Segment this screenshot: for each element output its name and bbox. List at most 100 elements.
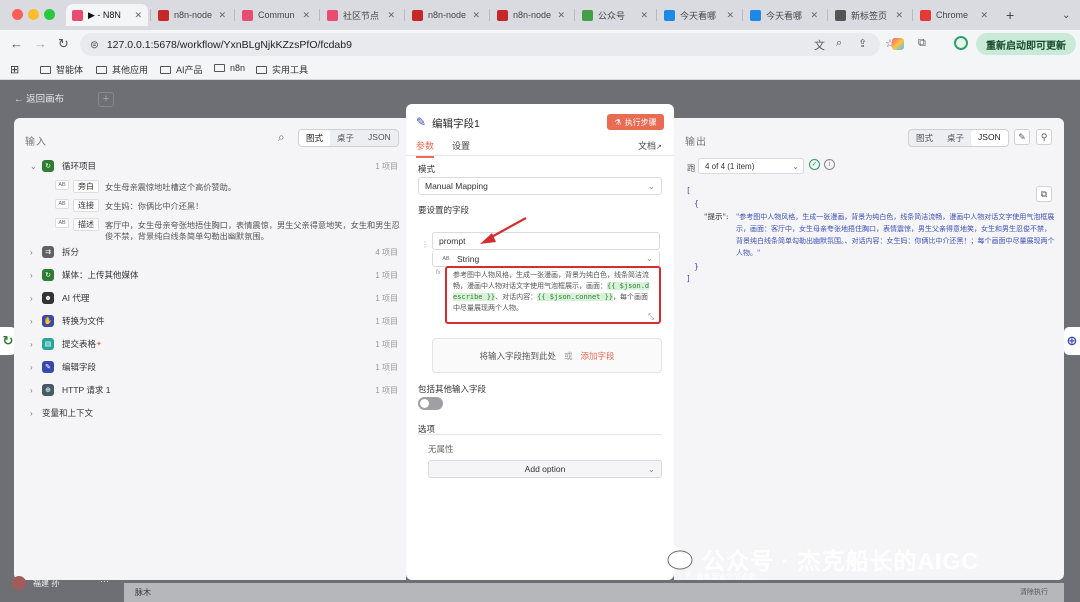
view-json[interactable]: JSON (361, 130, 398, 146)
browser-tab[interactable]: 新标签页 ✕ (829, 4, 909, 26)
input-field-item[interactable]: AB 连接 女生妈：你俩比中介还黑！ (55, 199, 405, 212)
bookmark-folder[interactable]: 其他应用 (96, 63, 148, 76)
input-node-row[interactable]: › ✎ 编辑字段 1 项目 (30, 357, 398, 377)
user-avatar[interactable] (12, 576, 26, 590)
browser-tab[interactable]: n8n-node ✕ (152, 4, 232, 26)
browser-tab[interactable]: n8n-node ✕ (491, 4, 571, 26)
input-field-item[interactable]: AB 描述 客厅中，女生母亲夸张地捂住胸口，表情震惊，男生父亲得意地笑，女生和男生忍… (55, 218, 405, 242)
apps-grid-icon[interactable]: ⊞ (10, 63, 19, 76)
edit-output-icon[interactable]: ✎ (1014, 129, 1030, 145)
drop-zone[interactable]: 将输入字段拖到此处 或 添加字段 (432, 338, 662, 373)
pin-data-icon[interactable]: ⚲ (1036, 129, 1052, 145)
input-node-row[interactable]: ⌄ ↻ 循环项目 1 项目 (30, 156, 398, 176)
chevron-right-icon[interactable]: › (30, 248, 42, 257)
bookmark-folder[interactable]: 智能体 (40, 63, 83, 76)
chevron-right-icon[interactable]: › (30, 409, 42, 418)
tab-list-chevron-icon[interactable]: ⌄ (1056, 4, 1076, 26)
browser-tab[interactable]: n8n-node ✕ (406, 4, 486, 26)
forward-icon[interactable]: → (34, 36, 47, 51)
copy-icon[interactable]: ⧉ (1036, 186, 1052, 202)
browser-tab[interactable]: Chrome ✕ (914, 4, 994, 26)
close-tab-icon[interactable]: ✕ (722, 10, 734, 21)
share-icon[interactable]: ⇪ (858, 37, 867, 50)
back-icon[interactable]: ← (10, 36, 23, 51)
add-node-button[interactable]: + (98, 92, 114, 107)
view-json[interactable]: JSON (971, 130, 1008, 146)
maximize-window-button[interactable] (44, 9, 55, 20)
close-tab-icon[interactable]: ✕ (891, 10, 903, 21)
browser-tab[interactable]: ▶ - N8N ✕ (66, 4, 148, 26)
browser-tab[interactable]: 今天看哪 ✕ (658, 4, 740, 26)
input-node-row[interactable]: › ✋ 转换为文件 1 项目 (30, 311, 398, 331)
bookmark-folder[interactable]: 实用工具 (256, 63, 308, 76)
search-icon[interactable]: ⌕ (278, 130, 285, 145)
close-tab-icon[interactable]: ✕ (553, 10, 565, 21)
extension-color-icon[interactable] (892, 38, 904, 50)
close-tab-icon[interactable]: ✕ (130, 10, 142, 21)
chevron-right-icon[interactable]: › (30, 386, 42, 395)
close-tab-icon[interactable]: ✕ (214, 10, 226, 21)
resize-handle-icon[interactable]: ⤡ (648, 312, 654, 322)
chevron-right-icon[interactable]: › (30, 363, 42, 372)
user-menu-icon[interactable]: ··· (100, 576, 109, 586)
close-tab-icon[interactable]: ✕ (636, 10, 648, 21)
view-table[interactable]: 桌子 (940, 130, 971, 146)
chevron-right-icon[interactable]: › (30, 340, 42, 349)
close-tab-icon[interactable]: ✕ (298, 10, 310, 21)
clear-execution-button[interactable]: 清除执行 (1020, 587, 1048, 597)
http-node-side-icon[interactable]: ⊕ (1064, 327, 1080, 355)
translate-icon[interactable]: 文 (814, 37, 825, 53)
chevron-right-icon[interactable]: › (30, 317, 42, 326)
run-select[interactable]: 4 of 4 (1 item) ⌄ (698, 158, 804, 174)
modal-title[interactable]: 编辑字段1 (432, 116, 480, 131)
input-node-row[interactable]: › ↻ 媒体：上传其他媒体 1 项目 (30, 265, 398, 285)
field-key-pill[interactable]: 描述 (73, 218, 99, 231)
tab-settings[interactable]: 设置 (452, 139, 470, 152)
zoom-icon[interactable]: ⌕ (836, 37, 842, 50)
info-icon[interactable]: i (824, 159, 835, 170)
input-node-row[interactable]: › ☻ AI 代理 1 项目 (30, 288, 398, 308)
browser-tab[interactable]: 今天看哪 ✕ (744, 4, 824, 26)
close-tab-icon[interactable]: ✕ (976, 10, 988, 21)
add-field-link[interactable]: 添加字段 (581, 350, 615, 362)
input-node-row[interactable]: › ▤ 提交表格 ✦ 1 项目 (30, 334, 398, 354)
field-type-select[interactable]: AB String ⌄ (432, 251, 660, 267)
browser-tab[interactable]: 社区节点 ✕ (321, 4, 401, 26)
execute-step-button[interactable]: ⚗ 执行步骤 (607, 114, 664, 130)
field-name-input[interactable]: prompt (432, 232, 660, 250)
bookmark-folder[interactable]: n8n (214, 63, 245, 73)
view-table[interactable]: 桌子 (330, 130, 361, 146)
extensions-puzzle-icon[interactable]: ⧉ (918, 37, 926, 50)
close-window-button[interactable] (12, 9, 23, 20)
bookmark-folder[interactable]: AI产品 (160, 63, 203, 76)
docs-link[interactable]: 文档↗ (638, 139, 662, 152)
include-other-fields-toggle[interactable] (418, 397, 443, 410)
field-key-pill[interactable]: 连接 (73, 199, 99, 212)
site-info-icon[interactable]: ⊜ (90, 39, 99, 51)
field-value-expression-editor[interactable]: 参考图中人物风格，生成一张漫画，背景为纯白色，线条简洁流畅，漫画中人物对话文字使… (445, 266, 661, 324)
chevron-down-icon[interactable]: ⌄ (30, 162, 42, 171)
chevron-right-icon[interactable]: › (30, 271, 42, 280)
input-node-row[interactable]: › ⊕ HTTP 请求 1 1 项目 (30, 380, 398, 400)
reload-icon[interactable]: ↻ (58, 36, 69, 52)
input-node-row[interactable]: › 变量和上下文 (30, 403, 398, 423)
close-tab-icon[interactable]: ✕ (806, 10, 818, 21)
mode-select[interactable]: Manual Mapping ⌄ (418, 177, 662, 195)
input-field-item[interactable]: AB 旁白 女生母亲震惊地吐槽这个高价赞助。 (55, 180, 405, 193)
chevron-right-icon[interactable]: › (30, 294, 42, 303)
close-tab-icon[interactable]: ✕ (468, 10, 480, 21)
back-to-canvas-button[interactable]: ← 返回画布 (14, 91, 64, 105)
address-bar[interactable]: ⊜ 127.0.0.1:5678/workflow/YxnBLgNjkKZzsP… (80, 33, 880, 56)
close-tab-icon[interactable]: ✕ (383, 10, 395, 21)
browser-tab[interactable]: 公众号 ✕ (576, 4, 654, 26)
minimize-window-button[interactable] (28, 9, 39, 20)
view-schema[interactable]: 图式 (299, 130, 331, 146)
field-key-pill[interactable]: 旁白 (73, 180, 99, 193)
browser-tab[interactable]: Commun ✕ (236, 4, 316, 26)
view-schema[interactable]: 图式 (909, 130, 940, 146)
add-option-select[interactable]: Add option ⌄ (428, 460, 662, 478)
new-tab-button[interactable]: + (1000, 4, 1020, 26)
profile-icon[interactable] (954, 36, 968, 50)
input-node-row[interactable]: › ⇉ 拆分 4 项目 (30, 242, 398, 262)
relaunch-update-button[interactable]: 重新启动即可更新 (976, 33, 1076, 55)
